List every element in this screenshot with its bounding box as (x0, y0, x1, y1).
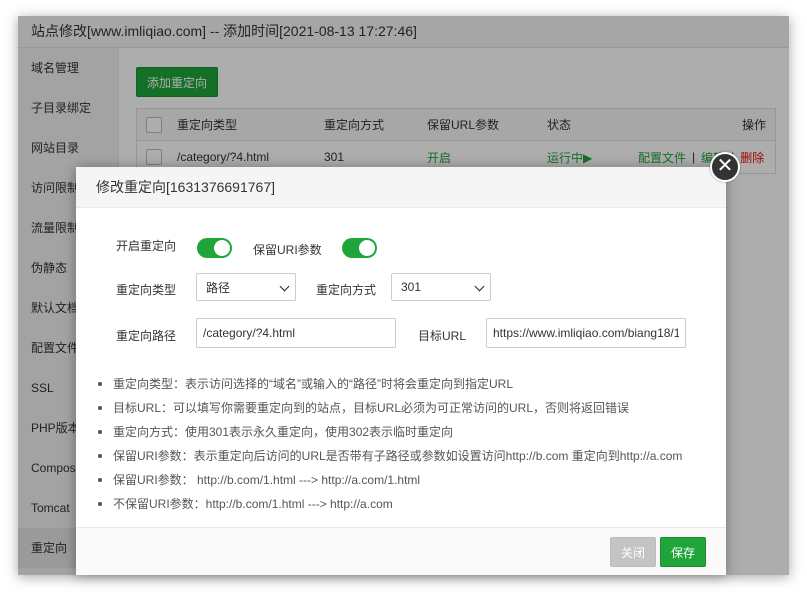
redirect-method-select[interactable]: 301 (391, 273, 491, 301)
redirect-path-input[interactable] (196, 318, 396, 348)
target-url-input[interactable] (486, 318, 686, 348)
chevron-down-icon (474, 281, 485, 292)
toggle-knob (214, 240, 230, 256)
chevron-down-icon (279, 281, 290, 292)
dialog-title: 修改重定向[1631376691767] (76, 167, 726, 208)
enable-redirect-toggle[interactable] (197, 238, 232, 258)
redirect-type-label: 重定向类型 (116, 283, 177, 297)
close-button[interactable]: 关闭 (610, 537, 656, 567)
redirect-path-label: 重定向路径 (116, 329, 177, 343)
help-note: 保留URI参数： http://b.com/1.html ---> http:/… (96, 468, 716, 492)
redirect-method-label: 重定向方式 (316, 283, 377, 297)
toggle-knob (359, 240, 375, 256)
help-note: 保留URI参数：表示重定向后访问的URL是否带有子路径或参数如设置访问http:… (96, 444, 716, 468)
keep-uri-label: 保留URI参数 (253, 243, 322, 257)
keep-uri-toggle[interactable] (342, 238, 377, 258)
close-icon[interactable]: ✕ (710, 152, 740, 182)
edit-redirect-dialog: 修改重定向[1631376691767] ✕ 开启重定向 保留URI参数 重定向… (76, 152, 740, 575)
redirect-type-select[interactable]: 路径 (196, 273, 296, 301)
target-url-label: 目标URL (418, 329, 467, 343)
help-note: 不保留URI参数：http://b.com/1.html ---> http:/… (96, 492, 716, 516)
help-note: 目标URL：可以填写你需要重定向到的站点，目标URL必须为可正常访问的URL，否… (96, 396, 716, 420)
help-note: 重定向类型：表示访问选择的“域名”或输入的“路径”时将会重定向到指定URL (96, 372, 716, 396)
help-notes: 重定向类型：表示访问选择的“域名”或输入的“路径”时将会重定向到指定URL 目标… (96, 372, 716, 516)
dialog-footer: 关闭 保存 (76, 527, 726, 575)
help-note: 重定向方式：使用301表示永久重定向，使用302表示临时重定向 (96, 420, 716, 444)
enable-redirect-label: 开启重定向 (116, 239, 177, 253)
redirect-method-value: 301 (401, 280, 422, 294)
redirect-type-value: 路径 (206, 280, 231, 295)
save-button[interactable]: 保存 (660, 537, 706, 567)
